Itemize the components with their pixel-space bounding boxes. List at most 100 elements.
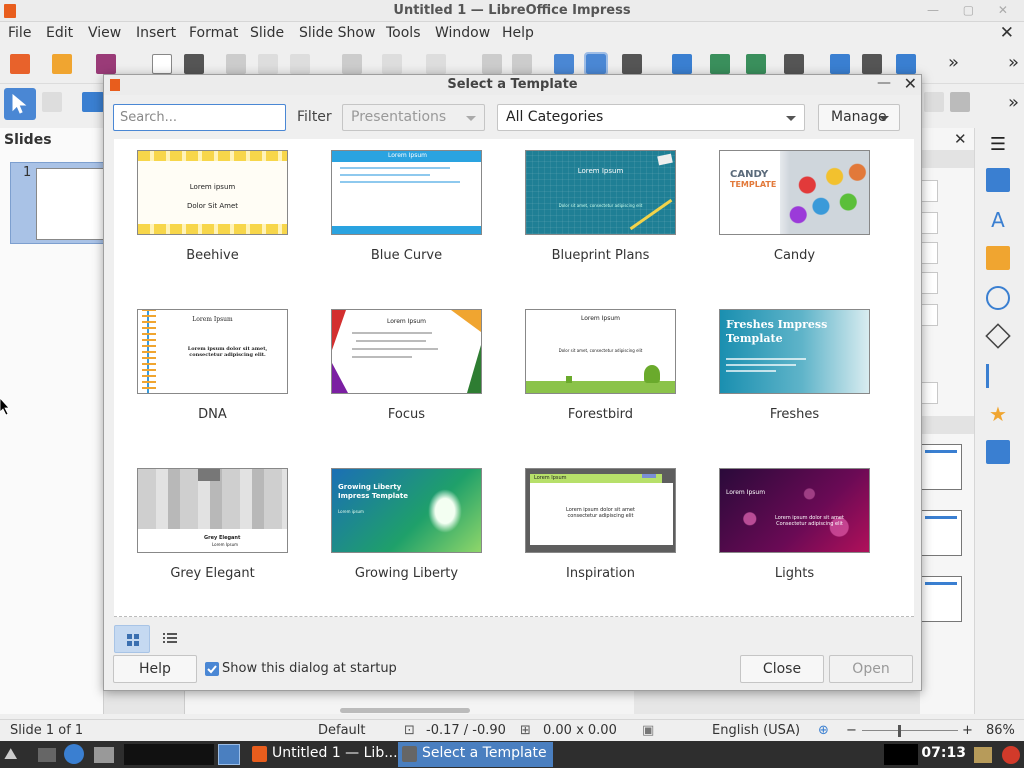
menu-tools[interactable]: Tools xyxy=(386,25,421,41)
master-slides-icon[interactable] xyxy=(986,440,1010,464)
category-select[interactable]: All Categories xyxy=(497,104,805,131)
redo-icon[interactable] xyxy=(426,54,446,74)
crop-icon[interactable] xyxy=(950,92,970,112)
shadow-icon[interactable] xyxy=(924,92,944,112)
template-tile-freshes[interactable]: Freshes Impress Template Freshes xyxy=(696,298,890,457)
drawing-overflow-icon[interactable]: » xyxy=(1008,92,1019,113)
user-icon[interactable] xyxy=(974,747,992,763)
dialog-minimize-icon[interactable]: — xyxy=(877,75,891,91)
sidebar-field-2[interactable] xyxy=(920,212,938,234)
open-button[interactable]: Open xyxy=(829,655,913,683)
sidebar-field-1[interactable] xyxy=(920,180,938,202)
table-icon[interactable] xyxy=(784,54,804,74)
sidebar-field-5[interactable] xyxy=(920,304,938,326)
animation-icon[interactable]: ★ xyxy=(986,402,1010,426)
zoom-slider[interactable] xyxy=(862,730,958,731)
undo-icon[interactable] xyxy=(382,54,402,74)
power-icon[interactable] xyxy=(1002,746,1020,764)
spelling-icon[interactable] xyxy=(512,54,532,74)
template-tile-blue-curve[interactable]: Lorem Ipsum Blue Curve xyxy=(308,139,502,298)
menu-file[interactable]: File xyxy=(8,25,31,41)
menu-slide-show[interactable]: Slide Show xyxy=(299,25,375,41)
save-icon[interactable] xyxy=(96,54,116,74)
sidebar-field-4[interactable] xyxy=(920,272,938,294)
chart-icon[interactable] xyxy=(896,54,916,74)
navigator-icon[interactable] xyxy=(986,286,1010,310)
show-at-startup-checkbox[interactable] xyxy=(205,662,219,676)
export-pdf-icon[interactable] xyxy=(152,54,172,74)
template-tile-grey-elegant[interactable]: Grey Elegant Lorem Ipsum Grey Elegant xyxy=(114,457,308,616)
menu-help[interactable]: Help xyxy=(502,25,534,41)
browser-icon[interactable] xyxy=(64,744,84,764)
language[interactable]: English (USA) xyxy=(712,723,800,738)
copy-icon[interactable] xyxy=(258,54,278,74)
menu-insert[interactable]: Insert xyxy=(136,25,176,41)
list-view-icon[interactable] xyxy=(152,625,188,653)
close-button[interactable]: Close xyxy=(740,655,824,683)
line-color-icon[interactable] xyxy=(82,92,104,112)
template-search-input[interactable] xyxy=(113,104,286,131)
workspace-switcher[interactable] xyxy=(124,744,214,765)
sidebar-menu-icon[interactable]: ☰ xyxy=(986,134,1010,158)
scrollbar-thumb[interactable] xyxy=(340,708,470,713)
sidebar-field-3[interactable] xyxy=(920,242,938,264)
show-at-startup-label[interactable]: Show this dialog at startup xyxy=(222,661,397,676)
document-modified-icon[interactable]: ▣ xyxy=(642,723,654,738)
zoom-out-icon[interactable]: − xyxy=(846,723,857,738)
sidebar-close-icon[interactable]: ✕ xyxy=(954,130,967,148)
zoom-percent[interactable]: 86% xyxy=(986,723,1015,738)
menu-format[interactable]: Format xyxy=(189,25,238,41)
task-impress-window[interactable]: Untitled 1 — Lib... xyxy=(248,742,404,767)
layout-option-3[interactable] xyxy=(920,576,962,622)
file-manager-icon[interactable] xyxy=(94,747,114,763)
slide-thumbnail-selected[interactable]: 1 xyxy=(10,162,105,244)
template-tile-candy[interactable]: CANDY TEMPLATE Candy xyxy=(696,139,890,298)
show-desktop-icon[interactable] xyxy=(38,748,56,762)
print-icon[interactable] xyxy=(184,54,204,74)
paste-icon[interactable] xyxy=(290,54,310,74)
template-tile-beehive[interactable]: Lorem ipsum Dolor Sit Amet Beehive xyxy=(114,139,308,298)
open-icon[interactable] xyxy=(52,54,72,74)
helplines-icon[interactable] xyxy=(584,52,608,76)
task-template-dialog[interactable]: Select a Template xyxy=(398,742,553,767)
fit-slide-icon[interactable]: ⊕ xyxy=(818,723,829,738)
thumbnail-view-icon[interactable] xyxy=(114,625,150,653)
sidebar-field-6[interactable] xyxy=(920,382,938,404)
zoom-slider-handle[interactable] xyxy=(898,725,901,737)
help-button[interactable]: Help xyxy=(113,655,197,683)
menu-edit[interactable]: Edit xyxy=(46,25,73,41)
find-replace-icon[interactable] xyxy=(482,54,502,74)
slide-transition-icon[interactable] xyxy=(986,364,1010,388)
template-tile-growing-liberty[interactable]: Growing Liberty Impress Template Lorem i… xyxy=(308,457,502,616)
select-tool-icon[interactable] xyxy=(4,88,36,120)
zoom-in-icon[interactable]: + xyxy=(962,723,973,738)
media-icon[interactable] xyxy=(862,54,882,74)
dialog-close-icon[interactable]: ✕ xyxy=(904,74,917,93)
zoom-pan-icon[interactable] xyxy=(42,92,62,112)
shapes-icon[interactable] xyxy=(985,323,1011,349)
filter-type-select[interactable]: Presentations xyxy=(342,104,485,131)
new-icon[interactable] xyxy=(10,54,30,74)
layout-option-2[interactable] xyxy=(920,510,962,556)
close-document-icon[interactable]: ✕ xyxy=(1000,23,1014,43)
display-grid-icon[interactable] xyxy=(554,54,574,74)
window-controls[interactable]: — ▢ ✕ xyxy=(927,3,1018,17)
toolbar-overflow-icon-2[interactable]: » xyxy=(1008,52,1019,73)
template-tile-inspiration[interactable]: Lorem Ipsum Lorem ipsum dolor sit amet c… xyxy=(502,457,696,616)
start-current-slide-icon[interactable] xyxy=(746,54,766,74)
master-slide-name[interactable]: Default xyxy=(318,723,366,738)
slide-thumbnail[interactable] xyxy=(36,168,105,240)
image-icon[interactable] xyxy=(830,54,850,74)
manage-button[interactable]: Manage xyxy=(818,104,900,131)
horizontal-scrollbar[interactable] xyxy=(190,706,630,714)
display-views-icon[interactable] xyxy=(622,54,642,74)
layout-option-1[interactable] xyxy=(920,444,962,490)
template-tile-forestbird[interactable]: Lorem Ipsum Dolor sit amet, consectetur … xyxy=(502,298,696,457)
properties-icon[interactable] xyxy=(986,168,1010,192)
template-tile-focus[interactable]: Lorem Ipsum Focus xyxy=(308,298,502,457)
template-tile-lights[interactable]: Lorem Ipsum Lorem ipsum dolor sit amet C… xyxy=(696,457,890,616)
cut-icon[interactable] xyxy=(226,54,246,74)
active-workspace-icon[interactable] xyxy=(218,744,240,765)
start-first-slide-icon[interactable] xyxy=(710,54,730,74)
master-slide-icon[interactable] xyxy=(672,54,692,74)
